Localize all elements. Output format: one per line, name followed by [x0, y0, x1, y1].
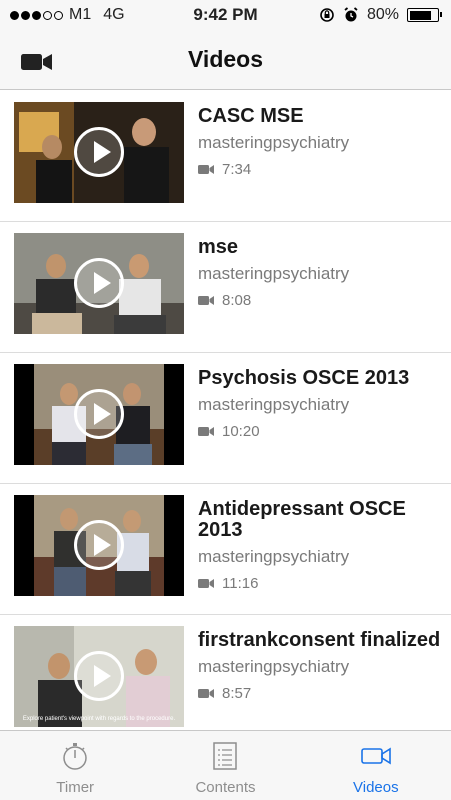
tab-label: Contents [195, 779, 256, 796]
video-duration: 7:34 [222, 161, 252, 178]
video-camera-icon [198, 689, 214, 698]
video-meta: 10:20 [198, 423, 441, 440]
status-right: 80% [319, 6, 442, 24]
video-row[interactable]: mse masteringpsychiatry 8:08 [0, 222, 451, 353]
video-title: Psychosis OSCE 2013 [198, 367, 410, 389]
video-duration: 10:20 [222, 423, 260, 440]
video-title: firstrankconsent finalized [198, 629, 441, 651]
video-info: Psychosis OSCE 2013 masteringpsychiatry … [198, 368, 441, 440]
play-button[interactable] [74, 127, 124, 177]
tab-videos[interactable]: Videos [301, 731, 451, 800]
video-row[interactable]: Antidepressant OSCE 2013 masteringpsychi… [0, 484, 451, 615]
tab-timer[interactable]: Timer [0, 731, 150, 800]
video-row[interactable]: CASC MSE masteringpsychiatry 7:34 [0, 91, 451, 222]
video-meta: 8:57 [198, 685, 441, 702]
video-title: mse [198, 236, 239, 258]
video-title: CASC MSE [198, 105, 304, 127]
video-camera-icon [198, 296, 214, 305]
video-channel: masteringpsychiatry [198, 657, 350, 676]
video-meta: 7:34 [198, 161, 441, 178]
navigation-bar: Videos [0, 30, 451, 90]
video-thumbnail[interactable]: Explore patient's viewpoint with regards… [14, 626, 184, 727]
play-button[interactable] [74, 258, 124, 308]
video-info: CASC MSE masteringpsychiatry 7:34 [198, 106, 441, 178]
video-row[interactable]: Psychosis OSCE 2013 masteringpsychiatry … [0, 353, 451, 484]
video-thumbnail[interactable] [14, 364, 184, 465]
list-icon [213, 742, 238, 770]
video-duration: 8:57 [222, 685, 252, 702]
tab-contents[interactable]: Contents [150, 731, 300, 800]
video-list[interactable]: CASC MSE masteringpsychiatry 7:34 mse ma… [0, 91, 451, 730]
video-info: Antidepressant OSCE 2013 masteringpsychi… [198, 499, 441, 592]
video-channel: masteringpsychiatry [198, 395, 350, 414]
video-duration: 8:08 [222, 292, 252, 309]
video-camera-icon [198, 579, 214, 588]
video-channel: masteringpsychiatry [198, 264, 350, 283]
video-title: Antidepressant OSCE 2013 [198, 498, 406, 541]
tab-label: Timer [56, 779, 95, 796]
video-info: firstrankconsent finalized masteringpsyc… [198, 630, 441, 702]
battery-icon [407, 8, 442, 22]
thumbnail-caption: Explore patient's viewpoint with regards… [22, 716, 176, 722]
video-meta: 8:08 [198, 292, 441, 309]
play-button[interactable] [74, 520, 124, 570]
video-camera-icon [361, 747, 391, 765]
tab-label: Videos [353, 779, 399, 796]
battery-level [409, 10, 432, 20]
stopwatch-icon [63, 743, 87, 770]
page-title: Videos [188, 46, 263, 72]
alarm-icon [344, 7, 358, 22]
play-button[interactable] [74, 651, 124, 701]
video-thumbnail[interactable] [14, 102, 184, 203]
video-channel: masteringpsychiatry [198, 133, 350, 152]
status-bar: M1 4G 9:42 PM 80% [0, 0, 451, 30]
video-camera-icon [198, 165, 214, 174]
video-thumbnail[interactable] [14, 495, 184, 596]
video-camera-icon [198, 427, 214, 436]
video-row[interactable]: Explore patient's viewpoint with regards… [0, 615, 451, 730]
video-info: mse masteringpsychiatry 8:08 [198, 237, 441, 309]
video-meta: 11:16 [198, 575, 441, 592]
rotation-lock-icon [320, 8, 334, 22]
video-channel: masteringpsychiatry [198, 547, 350, 566]
video-duration: 11:16 [222, 575, 259, 592]
battery-percent: 80% [366, 6, 399, 23]
video-thumbnail[interactable] [14, 233, 184, 334]
tab-bar: Timer Contents Videos [0, 730, 451, 800]
play-button[interactable] [74, 389, 124, 439]
